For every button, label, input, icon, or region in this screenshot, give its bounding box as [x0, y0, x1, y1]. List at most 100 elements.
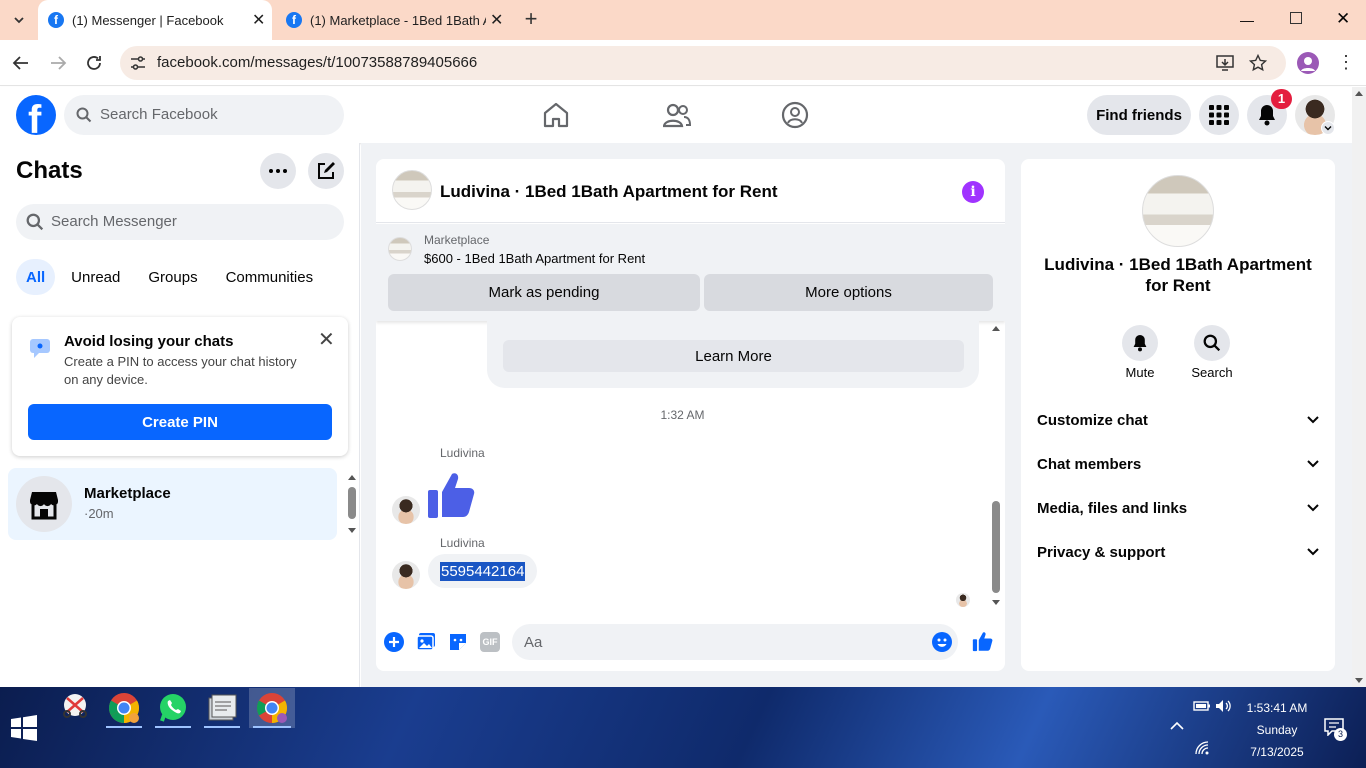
- chevron-up-icon[interactable]: [1170, 721, 1184, 731]
- account-menu-chevron[interactable]: [1321, 121, 1335, 135]
- bookmark-star-icon[interactable]: [1249, 54, 1267, 72]
- filter-communities[interactable]: Communities: [214, 259, 326, 295]
- filter-all[interactable]: All: [16, 259, 56, 295]
- more-horizontal-icon: [269, 169, 287, 173]
- profile-avatar[interactable]: [1297, 52, 1319, 74]
- mute-button[interactable]: [1122, 325, 1158, 361]
- snipping-tool-icon[interactable]: [59, 692, 91, 724]
- folder-icon: [208, 694, 237, 721]
- listing-title[interactable]: $600 - 1Bed 1Bath Apartment for Rent: [424, 251, 645, 266]
- close-icon[interactable]: ✕: [318, 327, 335, 352]
- emoji-icon[interactable]: [932, 632, 952, 652]
- scissors-icon: [63, 694, 87, 718]
- listing-avatar[interactable]: [392, 170, 432, 210]
- details-avatar[interactable]: [1142, 175, 1214, 247]
- clock-day: Sunday: [1256, 723, 1298, 737]
- chat-list-scrollbar[interactable]: [345, 471, 359, 537]
- install-app-icon[interactable]: [1216, 55, 1234, 71]
- arrow-left-icon: [12, 56, 28, 70]
- sender-name: Ludivina: [440, 446, 485, 460]
- media-files-links-row[interactable]: Media, files and links: [1021, 486, 1335, 530]
- customize-chat-row[interactable]: Customize chat: [1021, 398, 1335, 442]
- nav-home[interactable]: [542, 102, 570, 128]
- whatsapp-taskbar-icon[interactable]: [157, 692, 189, 724]
- search-icon: [1203, 334, 1221, 352]
- volume-icon[interactable]: [1215, 699, 1233, 713]
- page-scrollbar[interactable]: [1352, 87, 1366, 687]
- window-close-button[interactable]: ✕: [1336, 9, 1350, 29]
- marketplace-store-icon: [30, 492, 58, 520]
- tab-messenger[interactable]: f (1) Messenger | Facebook ✕: [38, 0, 272, 40]
- new-tab-button[interactable]: +: [519, 8, 543, 32]
- send-like-icon[interactable]: [972, 630, 994, 652]
- restore-button[interactable]: [1290, 12, 1302, 24]
- chevron-down-icon: [1307, 460, 1319, 468]
- file-explorer-taskbar-icon[interactable]: [206, 692, 238, 724]
- search-placeholder: Search Facebook: [100, 106, 218, 123]
- chat-list-item[interactable]: Marketplace ·20m: [8, 468, 337, 540]
- info-icon[interactable]: i: [962, 181, 984, 203]
- info-card: Learn More: [487, 321, 979, 388]
- chrome-profile-taskbar-button[interactable]: [249, 688, 295, 728]
- address-bar[interactable]: facebook.com/messages/t/1007358878940566…: [120, 46, 1286, 80]
- chevron-down-icon: [1307, 416, 1319, 424]
- gif-icon[interactable]: GIF: [480, 632, 500, 652]
- sender-avatar[interactable]: [392, 496, 420, 524]
- chat-name: Marketplace: [84, 485, 171, 502]
- tab-marketplace[interactable]: f (1) Marketplace - 1Bed 1Bath Ap ✕: [278, 0, 510, 40]
- chat-members-row[interactable]: Chat members: [1021, 442, 1335, 486]
- filter-unread[interactable]: Unread: [59, 259, 132, 295]
- chevron-down-icon: [1324, 126, 1332, 131]
- menu-grid-button[interactable]: [1199, 95, 1239, 135]
- find-friends-button[interactable]: Find friends: [1087, 95, 1191, 135]
- new-message-button[interactable]: [308, 153, 344, 189]
- conversation-title[interactable]: Ludivina · 1Bed 1Bath Apartment for Rent: [440, 182, 778, 202]
- messenger-search-input[interactable]: Search Messenger: [16, 204, 344, 240]
- create-pin-button[interactable]: Create PIN: [28, 404, 332, 440]
- photo-icon[interactable]: [416, 632, 436, 652]
- tab-title: (1) Marketplace - 1Bed 1Bath Ap: [310, 12, 486, 28]
- chats-options-button[interactable]: [260, 153, 296, 189]
- chrome-taskbar-icon[interactable]: [108, 692, 140, 724]
- more-options-button[interactable]: More options: [704, 274, 993, 311]
- mark-as-pending-button[interactable]: Mark as pending: [388, 274, 700, 311]
- browser-toolbar: facebook.com/messages/t/1007358878940566…: [0, 40, 1366, 86]
- facebook-search-input[interactable]: Search Facebook: [64, 95, 344, 135]
- conversation-panel: Ludivina · 1Bed 1Bath Apartment for Rent…: [376, 159, 1005, 671]
- privacy-support-row[interactable]: Privacy & support: [1021, 530, 1335, 574]
- browser-menu-button[interactable]: ⋮: [1337, 53, 1355, 71]
- learn-more-button[interactable]: Learn More: [503, 340, 964, 372]
- windows-start-icon[interactable]: [11, 715, 37, 741]
- nav-groups[interactable]: [781, 101, 809, 129]
- taskbar-clock[interactable]: 1:53:41 AM Sunday 7/13/2025: [1236, 697, 1318, 763]
- nav-friends[interactable]: [663, 102, 691, 128]
- listing-thumbnail[interactable]: [388, 237, 412, 261]
- facebook-favicon-icon: f: [48, 12, 64, 28]
- thumbs-up-icon[interactable]: [426, 468, 478, 520]
- plus-circle-icon[interactable]: [384, 632, 404, 652]
- browser-tab-bar: f (1) Messenger | Facebook ✕ f (1) Marke…: [0, 0, 1366, 40]
- search-conversation-button[interactable]: [1194, 325, 1230, 361]
- details-name: Ludivina · 1Bed 1Bath Apartment for Rent: [1044, 255, 1312, 295]
- site-settings-icon[interactable]: [130, 56, 146, 70]
- message-input[interactable]: Aa: [512, 624, 958, 660]
- bell-icon: [1133, 335, 1147, 352]
- chevron-down-icon: [1307, 548, 1319, 556]
- battery-icon[interactable]: [1193, 700, 1211, 712]
- chevron-down-icon: [1307, 504, 1319, 512]
- facebook-logo-icon[interactable]: f: [16, 95, 56, 135]
- back-button[interactable]: [12, 54, 30, 72]
- sender-avatar[interactable]: [392, 561, 420, 589]
- close-icon[interactable]: ✕: [490, 10, 503, 30]
- messenger-search-placeholder: Search Messenger: [51, 213, 177, 230]
- minimize-button[interactable]: —: [1240, 12, 1254, 28]
- filter-groups[interactable]: Groups: [136, 259, 209, 295]
- message-bubble[interactable]: 5595442164: [428, 554, 538, 588]
- wifi-icon[interactable]: [1195, 741, 1209, 755]
- tab-search-button[interactable]: [8, 9, 30, 31]
- sticker-icon[interactable]: [448, 632, 468, 652]
- reload-button[interactable]: [85, 54, 103, 72]
- close-icon[interactable]: ✕: [252, 10, 265, 30]
- messages-scrollbar[interactable]: [989, 323, 1003, 607]
- forward-button[interactable]: [49, 54, 67, 72]
